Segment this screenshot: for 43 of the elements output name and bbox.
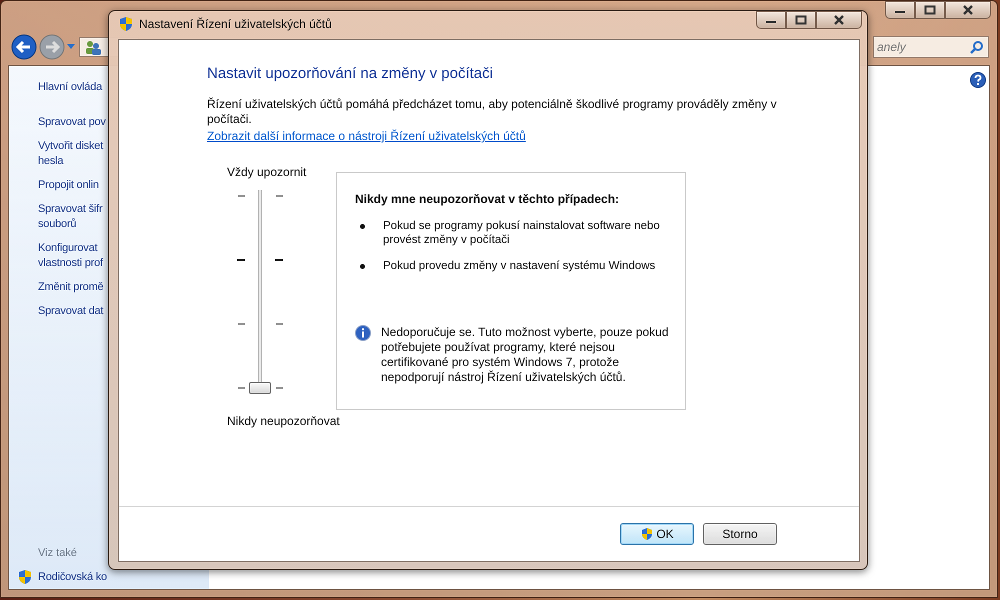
window-title: Nastavení Řízení uživatelských účtů: [139, 17, 332, 31]
sidebar-link[interactable]: Vytvořit disket hesla: [38, 139, 104, 169]
slider-thumb[interactable]: [249, 382, 271, 394]
minimize-button[interactable]: [756, 11, 786, 29]
warning-note: Nedoporučuje se. Tuto možnost vyberte, pouze pokud potřebujete používat programy, které nejsou certifikované pro systém Windows 7, protože nepodporují nástroj Řízení uživatelských účtů.: [381, 325, 670, 385]
info-heading: Nikdy mne neupozorňovat v těchto případech:: [355, 192, 620, 206]
maximize-button[interactable]: [915, 1, 945, 19]
maximize-icon: [795, 15, 807, 25]
see-also-heading: Viz také: [37, 547, 78, 559]
more-info-link[interactable]: Zobrazit další informace o nástroji Řízení uživatelských účtů: [207, 129, 526, 143]
bullet-text: Pokud se programy pokusí nainstalovat software nebo provést změny v počítači: [383, 219, 661, 247]
shield-icon: [118, 16, 134, 32]
sidebar-link[interactable]: Hlavní ovláda: [38, 80, 102, 95]
slider-bottom-label: Nikdy neupozorňovat: [227, 414, 340, 428]
sidebar-link[interactable]: Změnit promě: [38, 280, 104, 295]
close-button[interactable]: [945, 1, 991, 19]
sidebar-link[interactable]: Konfigurovat vlastnosti prof: [38, 241, 103, 271]
help-icon[interactable]: [970, 72, 986, 88]
search-icon[interactable]: [970, 40, 984, 54]
dialog-heading: Nastavit upozorňování na změny v počítači: [207, 65, 494, 82]
bullet-icon: [360, 264, 365, 269]
bullet-text: Pokud provedu změny v nastavení systému Windows: [383, 259, 656, 273]
description-text: Řízení uživatelských účtů pomáhá předcházet tomu, aby potenciálně škodlivé programy prováděly změny v počítači.: [207, 97, 778, 127]
sidebar-link[interactable]: Spravovat šifr souborů: [38, 202, 102, 232]
shield-icon: [17, 569, 33, 585]
users-icon: [84, 39, 102, 55]
close-icon: [833, 15, 845, 25]
minimize-button[interactable]: [885, 1, 915, 19]
shield-icon: [640, 527, 654, 541]
search-field[interactable]: anely: [873, 36, 989, 58]
bullet-icon: [360, 224, 365, 229]
maximize-icon: [924, 5, 936, 15]
close-button[interactable]: [816, 11, 862, 29]
sidebar-link[interactable]: Spravovat dat: [38, 304, 104, 319]
dialog-button[interactable]: OK: [620, 523, 694, 545]
sidebar-link[interactable]: Spravovat pov: [38, 115, 106, 130]
info-icon: [355, 325, 371, 341]
dialog-button[interactable]: Storno: [703, 523, 777, 545]
close-icon: [962, 5, 974, 15]
sidebar-link[interactable]: Propojit onlin: [38, 178, 99, 193]
sidebar-link[interactable]: Rodičovská ko: [38, 571, 107, 583]
slider-top-label: Vždy upozornit: [227, 165, 306, 179]
maximize-button[interactable]: [786, 11, 816, 29]
